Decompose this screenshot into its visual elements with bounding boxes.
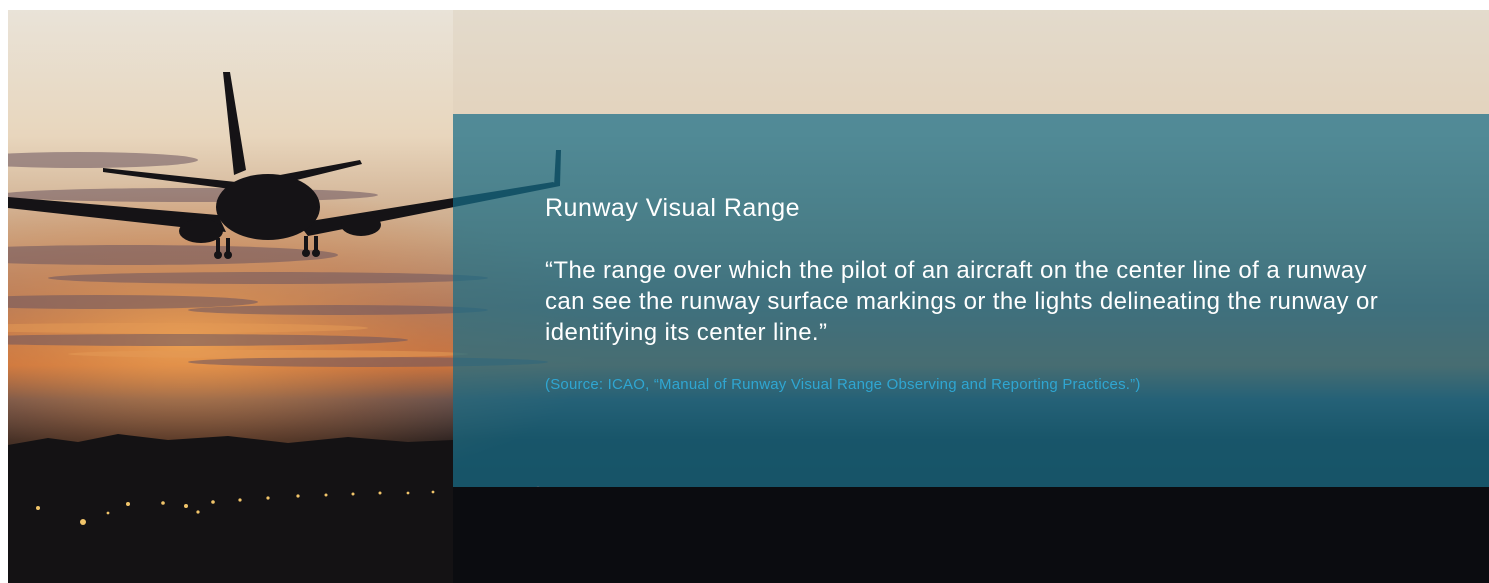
definition-quote: “The range over which the pilot of an ai… (545, 257, 1379, 346)
hero-banner: Runway Visual Range “The range over whic… (8, 10, 1489, 583)
panel-title: Runway Visual Range (545, 194, 801, 222)
definition-panel: Runway Visual Range “The range over whic… (453, 114, 1489, 487)
source-citation: (Source: ICAO, “Manual of Runway Visual … (545, 376, 1141, 393)
